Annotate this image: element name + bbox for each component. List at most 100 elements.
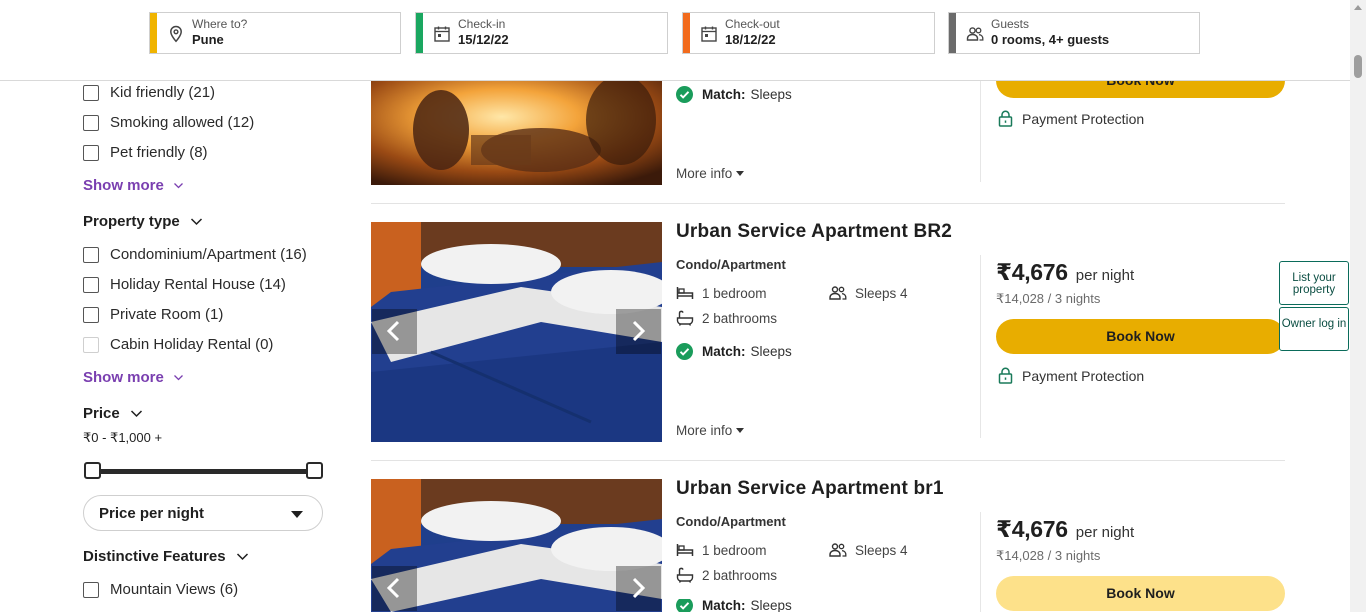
bedrooms-label: 1 bedroom — [702, 285, 767, 301]
price-slider-track[interactable] — [93, 469, 315, 474]
check-circle-icon — [676, 599, 693, 612]
filter-condominium-apartment[interactable]: Condominium/Apartment (16) — [83, 246, 307, 263]
checkbox[interactable] — [83, 306, 99, 323]
page-scrollbar[interactable] — [1350, 0, 1366, 612]
payment-protection: Payment Protection — [998, 367, 1144, 384]
filters-panel: Kid friendly (21) Smoking allowed (12) P… — [0, 80, 350, 612]
listing-title[interactable]: Urban Service Apartment br1 — [676, 478, 944, 500]
show-more-link[interactable]: Show more — [83, 369, 184, 386]
property-type-heading[interactable]: Property type — [83, 213, 203, 230]
list-your-property-button[interactable]: List your property — [1279, 261, 1349, 305]
bed-icon — [676, 544, 694, 556]
checkbox[interactable] — [83, 276, 99, 293]
checkbox[interactable] — [83, 581, 99, 598]
bathtub-icon — [676, 310, 694, 326]
destination-accent — [150, 13, 157, 53]
distinctive-features-heading[interactable]: Distinctive Features — [83, 548, 249, 565]
owner-login-button[interactable]: Owner log in — [1279, 307, 1349, 351]
match-indicator: Match: Sleeps — [676, 86, 792, 103]
scroll-up-arrow-icon[interactable] — [1354, 5, 1362, 10]
total-price: ₹14,028 / 3 nights — [996, 291, 1101, 306]
caret-down-icon — [736, 171, 745, 176]
checkbox[interactable] — [83, 246, 99, 263]
scroll-thumb[interactable] — [1354, 55, 1362, 78]
filter-label: Private Room (1) — [110, 306, 224, 323]
owner-login-label: Owner log in — [1281, 318, 1347, 330]
match-label: Match: — [702, 599, 746, 612]
people-icon — [829, 543, 847, 557]
match-value: Sleeps — [750, 599, 792, 612]
filter-label: Pet friendly (8) — [110, 144, 208, 161]
listing-photo-image — [371, 80, 662, 185]
checkout-value: 18/12/22 — [725, 32, 776, 47]
match-label: Match: — [702, 87, 746, 102]
bedrooms-label: 1 bedroom — [702, 542, 767, 558]
people-icon — [829, 286, 847, 300]
checkin-label: Check-in — [458, 17, 506, 31]
photo-prev-button[interactable] — [372, 566, 417, 611]
listing-title[interactable]: Urban Service Apartment BR2 — [676, 221, 952, 243]
price-title: Price — [83, 405, 120, 422]
filter-smoking-allowed[interactable]: Smoking allowed (12) — [83, 114, 254, 131]
chevron-down-icon — [173, 183, 183, 189]
list-your-property-label: List your property — [1292, 272, 1336, 296]
checkout-accent — [683, 13, 690, 53]
guests-value: 0 rooms, 4+ guests — [991, 32, 1110, 47]
photo-prev-button[interactable] — [372, 309, 417, 354]
checkin-field[interactable]: Check-in 15/12/22 — [415, 12, 668, 54]
card-divider — [980, 255, 981, 438]
calendar-icon — [701, 26, 717, 42]
bathrooms-label: 2 bathrooms — [702, 310, 778, 326]
search-bar: Where to? Pune Check-in 15/12/22 Check-o… — [0, 0, 1350, 81]
property-type: Condo/Apartment — [676, 514, 786, 529]
filter-private-room[interactable]: Private Room (1) — [83, 306, 223, 323]
checkbox-disabled — [83, 336, 99, 353]
lock-icon — [998, 367, 1013, 384]
chevron-left-icon — [386, 577, 400, 599]
filter-mountain-views[interactable]: Mountain Views (6) — [83, 581, 238, 598]
price-slider-min-handle[interactable] — [84, 462, 101, 479]
destination-value: Pune — [192, 32, 224, 47]
guests-label: Guests — [991, 17, 1030, 31]
calendar-icon — [434, 26, 450, 42]
chevron-down-icon — [173, 375, 183, 381]
checkbox[interactable] — [83, 144, 99, 161]
show-more-link[interactable]: Show more — [83, 177, 184, 194]
price-per-night-select[interactable]: Price per night — [83, 495, 323, 531]
guests-accent — [949, 13, 956, 53]
price-heading[interactable]: Price — [83, 405, 143, 422]
chevron-right-icon — [632, 577, 646, 599]
checkout-label: Check-out — [725, 17, 780, 31]
dropdown-caret-icon — [291, 511, 303, 518]
checkout-field[interactable]: Check-out 18/12/22 — [682, 12, 935, 54]
location-pin-icon — [170, 25, 182, 43]
bathrooms-label: 2 bathrooms — [702, 567, 778, 583]
photo-next-button[interactable] — [616, 309, 661, 354]
listing-photo[interactable] — [371, 80, 662, 185]
bedrooms: 1 bedroom — [676, 542, 767, 558]
filter-kid-friendly[interactable]: Kid friendly (21) — [83, 84, 215, 101]
book-now-button[interactable]: Book Now — [996, 319, 1285, 354]
more-info-toggle[interactable]: More info — [676, 423, 745, 438]
more-info-toggle[interactable]: More info — [676, 166, 745, 181]
show-more-label: Show more — [83, 369, 164, 386]
filter-holiday-rental-house[interactable]: Holiday Rental House (14) — [83, 276, 286, 293]
book-now-button[interactable]: Book Now — [996, 576, 1285, 611]
destination-field[interactable]: Where to? Pune — [149, 12, 401, 54]
price-range-text: ₹0 - ₹1,000 + — [83, 430, 163, 445]
filter-pet-friendly[interactable]: Pet friendly (8) — [83, 144, 208, 161]
payment-protection-label: Payment Protection — [1022, 367, 1145, 384]
price-slider-max-handle[interactable] — [306, 462, 323, 479]
book-now-label: Book Now — [1106, 585, 1175, 601]
bed-icon — [676, 287, 694, 299]
checkin-accent — [416, 13, 423, 53]
listing-separator — [371, 460, 1285, 461]
total-price: ₹14,028 / 3 nights — [996, 548, 1101, 563]
checkbox[interactable] — [83, 114, 99, 131]
checkbox[interactable] — [83, 84, 99, 101]
photo-next-button[interactable] — [616, 566, 661, 611]
chevron-down-icon — [130, 410, 142, 418]
match-value: Sleeps — [750, 87, 792, 102]
guests-field[interactable]: Guests 0 rooms, 4+ guests — [948, 12, 1200, 54]
lock-icon — [998, 110, 1013, 127]
